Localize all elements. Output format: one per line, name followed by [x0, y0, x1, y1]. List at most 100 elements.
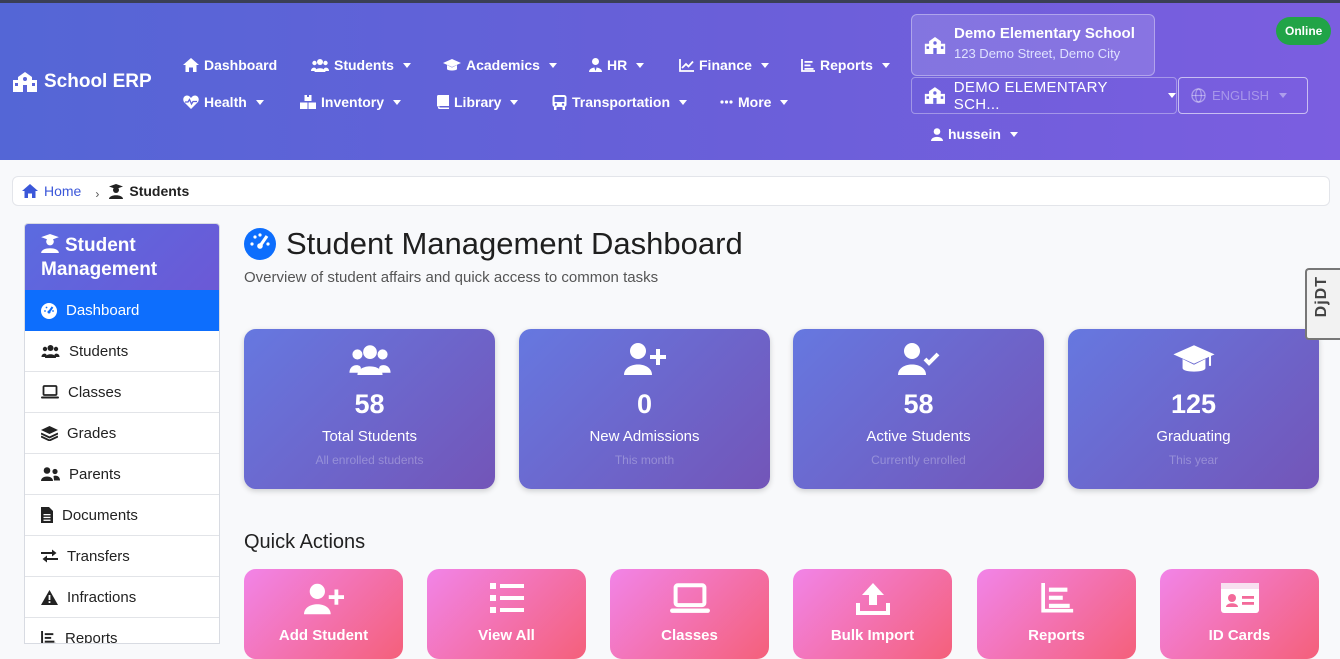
- breadcrumb-home-link[interactable]: Home: [22, 183, 81, 199]
- page-title: Student Management Dashboard: [244, 226, 743, 262]
- stat-sublabel: All enrolled students: [315, 453, 424, 467]
- chevron-down-icon: [760, 62, 769, 68]
- brand-link[interactable]: School ERP: [12, 71, 152, 93]
- sidebar-item-reports[interactable]: Reports: [25, 618, 219, 643]
- nav-inventory[interactable]: Inventory: [300, 94, 402, 110]
- nav-library[interactable]: Library: [437, 94, 519, 110]
- school-icon: [924, 87, 945, 104]
- gauge-icon: [244, 228, 276, 260]
- home-icon: [22, 184, 38, 198]
- nav-academics[interactable]: Academics: [443, 57, 557, 73]
- warning-icon: [41, 589, 58, 605]
- action-classes[interactable]: Classes: [610, 569, 769, 659]
- online-status-badge: Online: [1276, 17, 1332, 45]
- chevron-down-icon: [780, 99, 789, 105]
- current-school-card: Demo Elementary School 123 Demo Street, …: [911, 14, 1155, 76]
- laptop-icon: [41, 385, 59, 399]
- id-card-icon: [1220, 583, 1259, 613]
- breadcrumb: Home › Students: [12, 176, 1330, 206]
- exchange-icon: [41, 549, 58, 563]
- action-reports[interactable]: Reports: [977, 569, 1136, 659]
- boxes-icon: [300, 95, 316, 109]
- stat-card-total-students[interactable]: 58 Total Students All enrolled students: [244, 329, 495, 489]
- sidebar-item-parents[interactable]: Parents: [25, 454, 219, 495]
- action-bulk-import[interactable]: Bulk Import: [793, 569, 952, 659]
- file-icon: [41, 507, 53, 523]
- user-plus-icon: [303, 583, 344, 615]
- sidebar-item-students[interactable]: Students: [25, 331, 219, 372]
- stat-card-new-admissions[interactable]: 0 New Admissions This month: [519, 329, 770, 489]
- user-plus-icon: [623, 343, 666, 375]
- language-selector[interactable]: ENGLISH: [1178, 77, 1308, 114]
- action-label: Bulk Import: [830, 627, 915, 644]
- user-tie-icon: [589, 58, 602, 72]
- user-friends-icon: [41, 467, 60, 481]
- chevron-down-icon: [1279, 93, 1288, 98]
- list-icon: [801, 58, 815, 72]
- stat-label: New Admissions: [589, 428, 700, 445]
- school-icon: [924, 37, 946, 54]
- user-name: hussein: [948, 126, 1001, 142]
- chevron-down-icon: [1168, 93, 1176, 98]
- users-icon: [311, 59, 329, 72]
- debug-toolbar-handle[interactable]: DjDT: [1305, 268, 1340, 340]
- user-graduate-icon: [109, 183, 124, 199]
- nav-students[interactable]: Students: [311, 57, 411, 73]
- action-label: Classes: [661, 627, 718, 644]
- school-selector[interactable]: DEMO ELEMENTARY SCH...: [911, 77, 1177, 114]
- action-id-cards[interactable]: ID Cards: [1160, 569, 1319, 659]
- sidebar-item-documents[interactable]: Documents: [25, 495, 219, 536]
- action-label: Reports: [1028, 627, 1085, 644]
- stat-value: 125: [1170, 389, 1217, 419]
- users-icon: [348, 345, 391, 375]
- user-graduate-icon: [41, 234, 59, 253]
- chevron-down-icon: [393, 99, 402, 105]
- sidebar-item-transfers[interactable]: Transfers: [25, 536, 219, 577]
- nav-hr[interactable]: HR: [589, 57, 645, 73]
- nav-transportation[interactable]: Transportation: [552, 94, 688, 110]
- globe-icon: [1191, 88, 1206, 103]
- chevron-down-icon: [636, 62, 645, 68]
- school-name: Demo Elementary School: [954, 25, 1135, 42]
- sidebar-header: Student Management: [25, 224, 219, 290]
- sidebar-item-dashboard[interactable]: Dashboard: [25, 290, 219, 331]
- chevron-down-icon: [548, 62, 557, 68]
- breadcrumb-current: Students: [109, 183, 189, 199]
- school-icon: [13, 72, 37, 92]
- chevron-down-icon: [255, 99, 264, 105]
- action-label: Add Student: [278, 627, 369, 644]
- nav-health[interactable]: Health: [183, 94, 264, 110]
- nav-reports[interactable]: Reports: [801, 57, 890, 73]
- action-view-all[interactable]: View All: [427, 569, 586, 659]
- debug-toolbar-label: DjDT: [1313, 276, 1330, 318]
- chart-bar-icon: [1040, 583, 1073, 613]
- laptop-icon: [669, 583, 710, 613]
- sidebar-item-infractions[interactable]: Infractions: [25, 577, 219, 618]
- nav-dashboard[interactable]: Dashboard: [183, 57, 277, 73]
- stat-sublabel: This month: [614, 453, 675, 467]
- stat-card-graduating[interactable]: 125 Graduating This year: [1068, 329, 1319, 489]
- action-label: ID Cards: [1208, 627, 1271, 644]
- brand-name: School ERP: [44, 71, 152, 92]
- nav-more[interactable]: More: [720, 94, 789, 110]
- sidebar-item-grades[interactable]: Grades: [25, 413, 219, 454]
- stat-label: Graduating: [1156, 428, 1231, 445]
- stat-label: Total Students: [321, 428, 418, 445]
- nav-finance[interactable]: Finance: [679, 57, 769, 73]
- stat-value: 58: [354, 389, 385, 419]
- chart-bar-icon: [41, 631, 56, 643]
- stat-sublabel: Currently enrolled: [871, 453, 966, 467]
- sidebar-item-classes[interactable]: Classes: [25, 372, 219, 413]
- chevron-down-icon: [510, 99, 519, 105]
- school-selector-value: DEMO ELEMENTARY SCH...: [953, 78, 1108, 113]
- language-value: ENGLISH: [1212, 88, 1270, 103]
- ellipsis-icon: [720, 100, 733, 104]
- stat-card-active-students[interactable]: 58 Active Students Currently enrolled: [793, 329, 1044, 489]
- action-add-student[interactable]: Add Student: [244, 569, 403, 659]
- top-navbar: School ERP Dashboard Students Academics …: [0, 0, 1340, 160]
- users-icon: [41, 345, 60, 358]
- graduation-cap-icon: [1172, 345, 1215, 372]
- chart-line-icon: [679, 58, 694, 72]
- user-menu[interactable]: hussein: [931, 126, 1018, 142]
- heartbeat-icon: [183, 95, 199, 109]
